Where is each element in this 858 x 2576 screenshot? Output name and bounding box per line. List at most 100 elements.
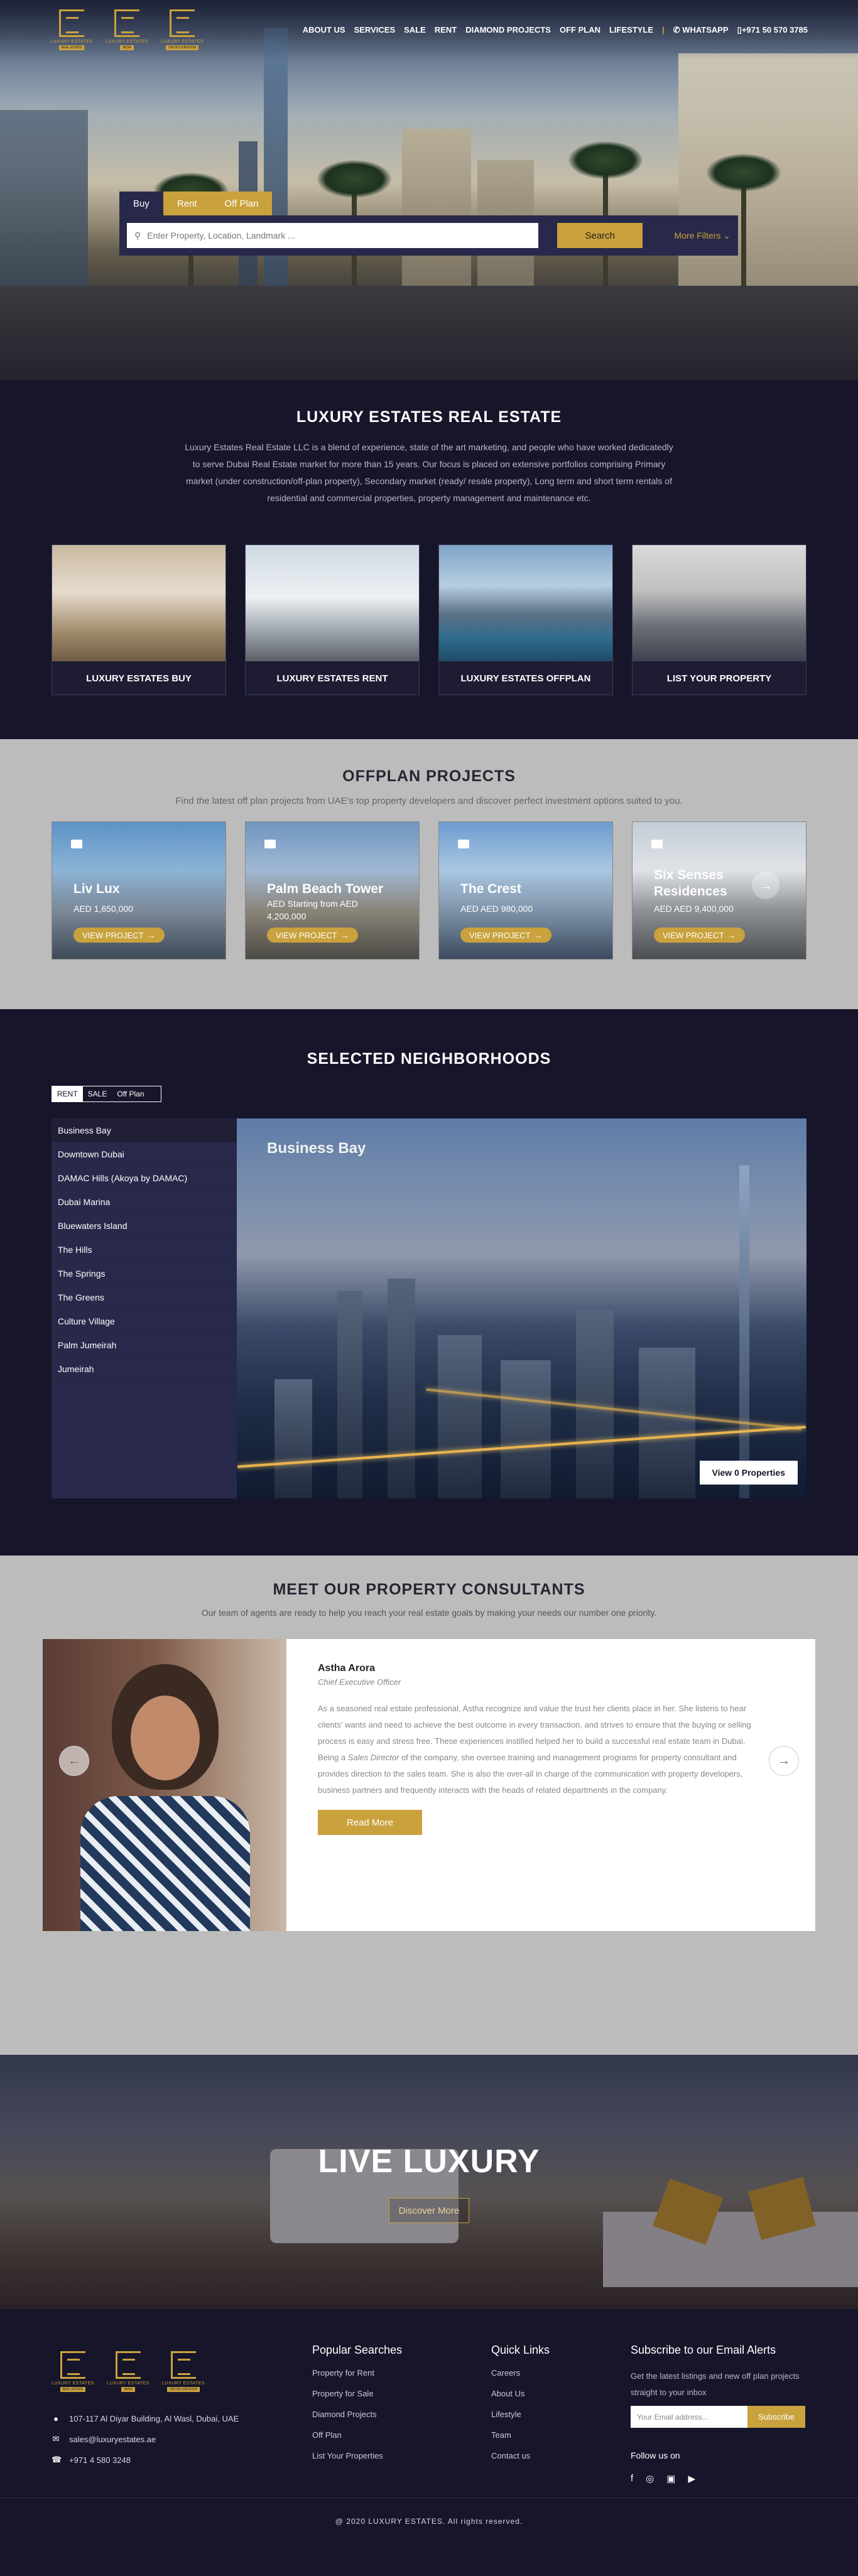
face [131, 1696, 200, 1780]
about-text: Luxury Estates Real Estate LLC is a blen… [185, 442, 673, 503]
list-item[interactable]: Culture Village [52, 1309, 237, 1333]
card-offplan[interactable]: LUXURY ESTATES OFFPLAN [438, 544, 613, 695]
checkbox-icon[interactable] [264, 840, 276, 848]
tab-rent[interactable]: Rent [163, 192, 211, 215]
subscribe-button[interactable]: Subscribe [747, 2406, 805, 2428]
offplan-card[interactable]: The Crest AED AED 980,000 VIEW PROJECT → [438, 821, 613, 960]
nav-services[interactable]: SERVICES [354, 25, 396, 35]
nav-lifestyle[interactable]: LIFESTYLE [609, 25, 653, 35]
prev-consultant-button[interactable]: ← [59, 1746, 89, 1776]
project-price: AED Starting from AED [267, 899, 358, 909]
read-more-button[interactable]: Read More [318, 1810, 422, 1835]
email-icon: ✉ [52, 2434, 60, 2443]
view-project-button[interactable]: VIEW PROJECT → [460, 928, 551, 943]
logo-uk[interactable]: LUXURY ESTATES UNITED KINGDOM [162, 2344, 205, 2399]
email-input[interactable]: Your Email address... [631, 2406, 747, 2428]
nav-rent[interactable]: RENT [435, 25, 457, 35]
logo-uk[interactable]: LUXURY ESTATES UNITED KINGDOM [161, 3, 204, 58]
skyline-image [439, 545, 612, 661]
burj-khalifa [739, 1166, 749, 1498]
logo-india[interactable]: LUXURY ESTATES INDIA [107, 2344, 149, 2399]
offplan-card[interactable]: Six Senses Residences AED AED 9,400,000 … [632, 821, 806, 960]
facebook-icon[interactable]: f [631, 2473, 633, 2484]
nav-about-us[interactable]: ABOUT US [303, 25, 345, 35]
footer-link[interactable]: Off Plan [312, 2430, 491, 2440]
view-project-button[interactable]: VIEW PROJECT → [654, 928, 745, 943]
search-input[interactable]: ⚲ Enter Property, Location, Landmark ... [127, 223, 538, 248]
list-item[interactable]: DAMAC Hills (Akoya by DAMAC) [52, 1166, 237, 1190]
consultant-photo [43, 1639, 286, 1931]
footer-email[interactable]: ✉ sales@luxuryestates.ae [52, 2434, 312, 2444]
instagram-icon[interactable]: ◎ [646, 2473, 654, 2484]
bio-emphasis: Sales Director [347, 1753, 399, 1762]
view-properties-button[interactable]: View 0 Properties [699, 1461, 798, 1485]
footer-link[interactable]: About Us [491, 2389, 631, 2398]
consultant-role: Chief Executive Officer [318, 1677, 401, 1687]
footer-link[interactable]: Property for Sale [312, 2389, 491, 2398]
footer-link[interactable]: Lifestyle [491, 2410, 631, 2419]
footer-link[interactable]: Diamond Projects [312, 2410, 491, 2419]
list-item[interactable]: Bluewaters Island [52, 1214, 237, 1238]
building [337, 1291, 362, 1498]
linkedin-icon[interactable]: ▣ [666, 2473, 675, 2484]
tab-off-plan[interactable]: Off Plan [112, 1086, 149, 1101]
tab-sale[interactable]: SALE [83, 1086, 112, 1101]
logo-uae[interactable]: LUXURY ESTATES REAL ESTATE [52, 2344, 94, 2399]
list-item[interactable]: The Springs [52, 1262, 237, 1285]
list-item[interactable]: Downtown Dubai [52, 1142, 237, 1166]
logo-uae[interactable]: LUXURY ESTATES REAL ESTATE [50, 3, 93, 58]
footer-link[interactable]: List Your Properties [312, 2451, 491, 2460]
checkbox-icon[interactable] [458, 840, 469, 848]
arrow-right-icon: → [727, 930, 736, 940]
address-text: 107-117 Al Diyar Building, Al Wasl, Duba… [69, 2414, 239, 2423]
footer-address: ● 107-117 Al Diyar Building, Al Wasl, Dub… [52, 2414, 312, 2423]
phone-link[interactable]: ▯+971 50 570 3785 [737, 25, 808, 35]
subscribe-form: Your Email address... Subscribe [631, 2406, 819, 2428]
footer-link[interactable]: Contact us [491, 2451, 631, 2460]
card-rent-label: LUXURY ESTATES RENT [276, 673, 388, 684]
nav-diamond-projects[interactable]: DIAMOND PROJECTS [465, 25, 551, 35]
carousel-next-button[interactable]: → [752, 872, 779, 899]
consultant-info: Astha Arora Chief Executive Officer As a… [286, 1639, 776, 1931]
footer-phone[interactable]: ☎ +971 4 580 3248 [52, 2455, 312, 2465]
discover-more-button[interactable]: Discover More [389, 2198, 469, 2223]
offplan-title: OFFPLAN PROJECTS [342, 767, 516, 785]
list-item[interactable]: Jumeirah [52, 1357, 237, 1381]
logo-india[interactable]: LUXURY ESTATES INDIA [106, 3, 148, 58]
more-filters-button[interactable]: More Filters ⌄ [674, 230, 730, 241]
site-footer: LUXURY ESTATES REAL ESTATE LUXURY ESTATES… [0, 2309, 858, 2545]
offplan-card[interactable]: Palm Beach Tower AED Starting from AED 4… [245, 821, 420, 960]
kitchen-image [633, 545, 806, 661]
checkbox-icon[interactable] [651, 840, 663, 848]
neighborhood-list: Business Bay Downtown Dubai DAMAC Hills … [52, 1118, 237, 1498]
list-item[interactable]: The Greens [52, 1285, 237, 1309]
live-luxury-title: LIVE LUXURY [318, 2143, 540, 2180]
subscribe-title: Subscribe to our Email Alerts [631, 2344, 776, 2356]
tab-rent[interactable]: RENT [52, 1086, 83, 1101]
footer-link[interactable]: Team [491, 2430, 631, 2440]
search-icon: ⚲ [134, 230, 141, 241]
tab-buy[interactable]: Buy [119, 192, 163, 215]
nav-off-plan[interactable]: OFF PLAN [560, 25, 600, 35]
view-project-button[interactable]: VIEW PROJECT → [267, 928, 358, 943]
checkbox-icon[interactable] [71, 840, 82, 848]
list-item[interactable]: Dubai Marina [52, 1190, 237, 1214]
card-rent[interactable]: LUXURY ESTATES RENT [245, 544, 420, 695]
next-consultant-button[interactable]: → [769, 1746, 799, 1776]
view-project-button[interactable]: VIEW PROJECT → [73, 928, 165, 943]
footer-link[interactable]: Careers [491, 2368, 631, 2378]
card-buy[interactable]: LUXURY ESTATES BUY [52, 544, 226, 695]
footer-link[interactable]: Property for Rent [312, 2368, 491, 2378]
whatsapp-link[interactable]: ✆ WHATSAPP [673, 25, 729, 35]
nav-sale[interactable]: SALE [404, 25, 426, 35]
search-button[interactable]: Search [557, 223, 643, 248]
consultant-name: Astha Arora [318, 1663, 375, 1674]
offplan-card[interactable]: Liv Lux AED 1,650,000 VIEW PROJECT → [52, 821, 226, 960]
card-list-property[interactable]: LIST YOUR PROPERTY [632, 544, 806, 695]
tab-off-plan[interactable]: Off Plan [210, 192, 273, 215]
card-buy-label: LUXURY ESTATES BUY [86, 673, 192, 684]
youtube-icon[interactable]: ▶ [688, 2473, 695, 2484]
list-item[interactable]: Business Bay [52, 1118, 237, 1142]
list-item[interactable]: The Hills [52, 1238, 237, 1262]
list-item[interactable]: Palm Jumeirah [52, 1333, 237, 1357]
